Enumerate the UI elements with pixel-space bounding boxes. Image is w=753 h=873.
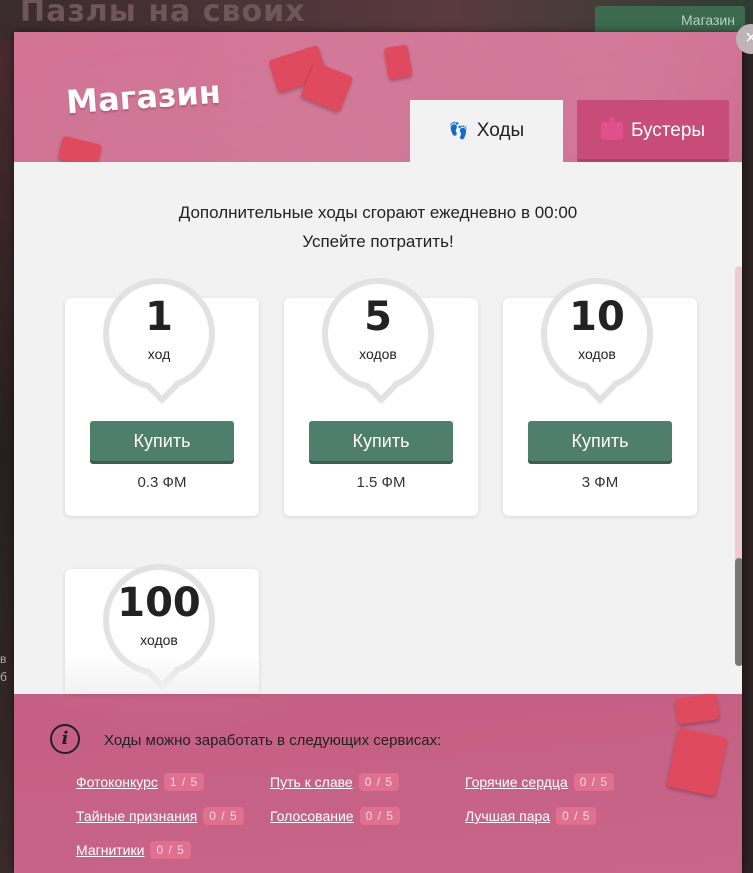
service-best-couple: Лучшая пара 0 / 5 [465, 807, 597, 825]
pack-unit: ход [147, 346, 171, 362]
background-left-text: б [0, 670, 7, 684]
pack-unit: ходов [359, 346, 397, 362]
service-progress-badge: 0 / 5 [358, 773, 400, 791]
notice-line-2: Успейте потратить! [302, 232, 454, 251]
service-progress-badge: 1 / 5 [163, 773, 205, 791]
service-link[interactable]: Путь к славе [270, 774, 353, 790]
pack-amount-bubble: 5 ходов [322, 278, 434, 390]
service-progress-badge: 0 / 5 [573, 773, 615, 791]
pack-unit: ходов [140, 632, 178, 648]
tab-moves[interactable]: 👣 Ходы [410, 100, 563, 162]
pack-amount: 10 [569, 294, 625, 340]
scrollbar-thumb[interactable] [735, 558, 742, 666]
service-link[interactable]: Магнитики [76, 842, 144, 858]
buy-button[interactable]: Купить [90, 421, 234, 461]
service-progress-badge: 0 / 5 [359, 807, 400, 825]
pack-card-100: 100 ходов [65, 564, 259, 694]
pack-card-10: 10 ходов Купить 3 ФМ [503, 278, 697, 516]
pack-amount-bubble: 1 ход [103, 278, 215, 390]
service-link[interactable]: Лучшая пара [465, 808, 550, 824]
puzzle-icon [600, 117, 623, 140]
background-shop-label: Магазин [680, 12, 735, 28]
service-link[interactable]: Фотоконкурс [76, 774, 158, 790]
background-left-strip: в б [0, 40, 14, 873]
pack-amount-bubble: 10 ходов [541, 278, 653, 390]
buy-button[interactable]: Купить [309, 421, 453, 461]
pack-amount: 100 [117, 580, 201, 626]
service-hot-hearts: Горячие сердца 0 / 5 [465, 773, 615, 791]
service-progress-badge: 0 / 5 [556, 807, 597, 825]
service-progress-badge: 0 / 5 [150, 841, 191, 859]
background-right-strip [743, 40, 753, 873]
moves-content-panel: Дополнительные ходы сгорают ежедневно в … [14, 162, 742, 694]
pack-unit: ходов [578, 346, 616, 362]
service-path-to-fame: Путь к славе 0 / 5 [270, 773, 400, 791]
pack-amount: 5 [364, 294, 392, 340]
footprints-icon: 👣 [448, 123, 469, 140]
service-link[interactable]: Горячие сердца [465, 774, 568, 790]
pack-price: 1.5 ФМ [356, 474, 406, 491]
buy-button[interactable]: Купить [528, 421, 672, 461]
pack-price: 0.3 ФМ [137, 474, 187, 491]
pack-card-1: 1 ход Купить 0.3 ФМ [65, 278, 259, 516]
footer-title: Ходы можно заработать в следующих сервис… [104, 732, 442, 749]
service-magnets: Магнитики 0 / 5 [76, 841, 191, 859]
tab-boosters[interactable]: Бустеры [577, 100, 729, 162]
info-icon: i [50, 724, 80, 754]
service-progress-badge: 0 / 5 [203, 807, 244, 825]
tab-boosters-label: Бустеры [630, 120, 706, 141]
service-voting: Голосование 0 / 5 [270, 807, 400, 825]
pack-amount: 1 [145, 294, 173, 340]
pack-card-5: 5 ходов Купить 1.5 ФМ [284, 278, 478, 516]
tab-moves-label: Ходы [476, 120, 525, 141]
pack-price: 3 ФМ [581, 474, 619, 491]
service-photocontest: Фотоконкурс 1 / 5 [76, 773, 205, 791]
notice-line-1: Дополнительные ходы сгорают ежедневно в … [178, 203, 578, 222]
service-link[interactable]: Голосование [270, 808, 354, 824]
background-left-text: в [0, 652, 7, 666]
shop-modal: Магазин 👣 Ходы Бустеры Дополнительные хо… [14, 32, 742, 873]
background-title: Пазлы на своих [20, 0, 306, 29]
service-link[interactable]: Тайные признания [76, 808, 197, 824]
scroll-fade [65, 654, 259, 694]
service-secret-confessions: Тайные признания 0 / 5 [76, 807, 244, 825]
